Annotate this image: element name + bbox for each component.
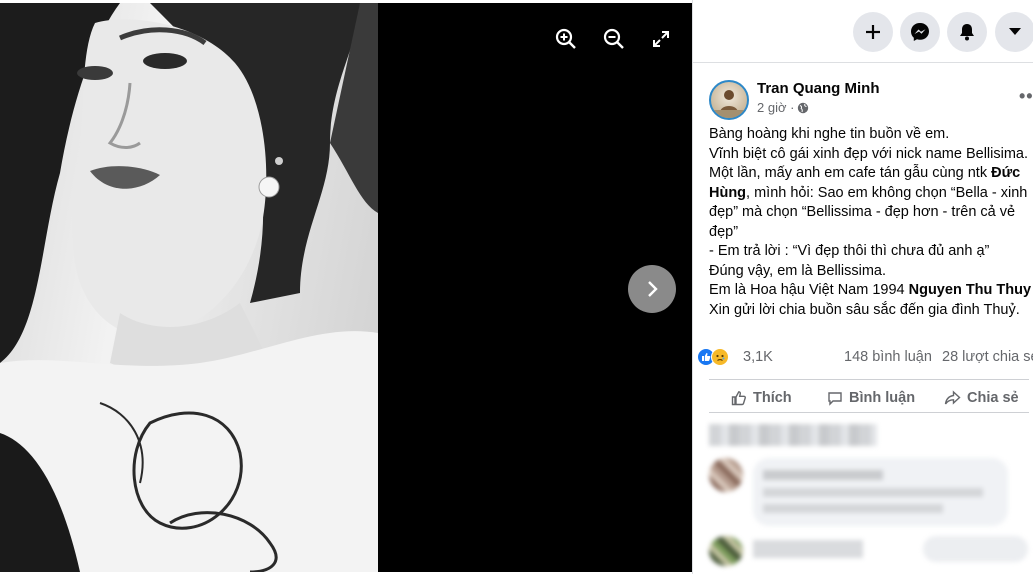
post-line: đẹp” mà chọn “Bellissima - đẹp hơn - trê… xyxy=(709,204,1016,220)
portrait-illustration xyxy=(0,3,378,572)
like-button[interactable]: Thích xyxy=(731,390,792,406)
next-photo-button[interactable] xyxy=(628,265,676,313)
comment-label: Bình luận xyxy=(849,390,916,406)
notifications-button[interactable] xyxy=(947,12,987,52)
like-label: Thích xyxy=(753,390,792,406)
author-name[interactable]: Tran Quang Minh xyxy=(757,80,880,97)
tagged-person-link[interactable]: Nguyen Thu Thuy xyxy=(909,282,1031,298)
share-button[interactable]: Chia sẻ xyxy=(944,390,1019,406)
post-line: - Em trả lời : “Vì đẹp thôi thì chưa đủ … xyxy=(709,243,990,259)
post-line: Một lần, mấy anh em cafe tán gẫu cùng nt… xyxy=(709,164,1033,184)
post-meta: 2 giờ · xyxy=(757,100,809,115)
share-icon xyxy=(944,390,961,405)
post-line: Xin gửi lời chia buồn sâu sắc đến gia đì… xyxy=(709,301,1020,318)
chevron-right-icon xyxy=(648,281,658,297)
post-actions: Thích Bình luận Chia sẻ xyxy=(709,386,1033,412)
post-line: Đúng vậy, em là Bellissima. xyxy=(709,262,887,279)
blurred-comment-input xyxy=(923,536,1028,562)
zoom-out-icon[interactable] xyxy=(600,25,628,53)
commenter-avatar xyxy=(709,536,743,566)
post-photo[interactable] xyxy=(0,3,378,572)
reaction-count[interactable]: 3,1K xyxy=(743,349,773,365)
sad-icon xyxy=(711,348,729,366)
account-menu-button[interactable] xyxy=(995,12,1033,52)
post-line: Em là Hoa hậu Việt Nam 1994 Nguyen Thu T… xyxy=(709,281,1033,301)
tagged-person-link[interactable]: Hùng xyxy=(709,185,746,201)
reaction-icons[interactable] xyxy=(697,348,729,366)
post-header: Tran Quang Minh 2 giờ · ••• xyxy=(709,78,1033,122)
avatar[interactable] xyxy=(709,80,749,120)
post-line-text: Một lần, mấy anh em cafe tán gẫu cùng nt… xyxy=(709,165,992,181)
post-line: Vĩnh biệt cô gái xinh đẹp với nick name … xyxy=(709,145,1028,162)
more-options-button[interactable]: ••• xyxy=(1019,86,1033,107)
post-text: Bàng hoàng khi nghe tin buồn về em. Vĩnh… xyxy=(709,125,1033,320)
blurred-comment-bubble xyxy=(753,458,1008,526)
comment-button[interactable]: Bình luận xyxy=(827,390,915,406)
comment-icon xyxy=(828,392,842,406)
messenger-button[interactable] xyxy=(900,12,940,52)
photo-viewer xyxy=(0,3,692,572)
tagged-person-link[interactable]: Đức xyxy=(991,165,1020,181)
blurred-comment-filter xyxy=(709,424,877,446)
shares-count[interactable]: 28 lượt chia sẻ xyxy=(942,349,1033,365)
blurred-comment-author xyxy=(753,540,863,558)
post-time[interactable]: 2 giờ · xyxy=(757,100,794,115)
plus-icon xyxy=(866,25,880,39)
caret-down-icon xyxy=(1009,28,1021,35)
thumbs-up-icon xyxy=(731,391,746,406)
post-panel: Tran Quang Minh 2 giờ · ••• Bàng hoàng k… xyxy=(692,0,1033,574)
top-bar xyxy=(693,0,1033,63)
reaction-summary: 3,1K 148 bình luận 28 lượt chia sẻ xyxy=(697,346,1033,370)
messenger-icon xyxy=(911,23,929,41)
post-line: đẹp” xyxy=(709,223,739,240)
post-line-text: , mình hỏi: Sao em không chọn “Bella - x… xyxy=(746,184,1028,201)
globe-icon xyxy=(798,102,809,113)
post-line: Bàng hoàng khi nghe tin buồn về em. xyxy=(709,126,950,142)
commenter-avatar xyxy=(709,458,743,492)
zoom-in-icon[interactable] xyxy=(552,25,580,53)
post-line: Hùng, mình hỏi: Sao em không chọn “Bella… xyxy=(709,184,1033,204)
share-label: Chia sẻ xyxy=(967,390,1019,406)
create-button[interactable] xyxy=(853,12,893,52)
comments-count[interactable]: 148 bình luận xyxy=(844,349,932,365)
post-line-text: Em là Hoa hậu Việt Nam 1994 xyxy=(709,282,909,298)
fullscreen-icon[interactable] xyxy=(647,25,675,53)
divider xyxy=(709,412,1029,413)
divider xyxy=(709,379,1029,380)
bell-icon xyxy=(960,24,974,41)
